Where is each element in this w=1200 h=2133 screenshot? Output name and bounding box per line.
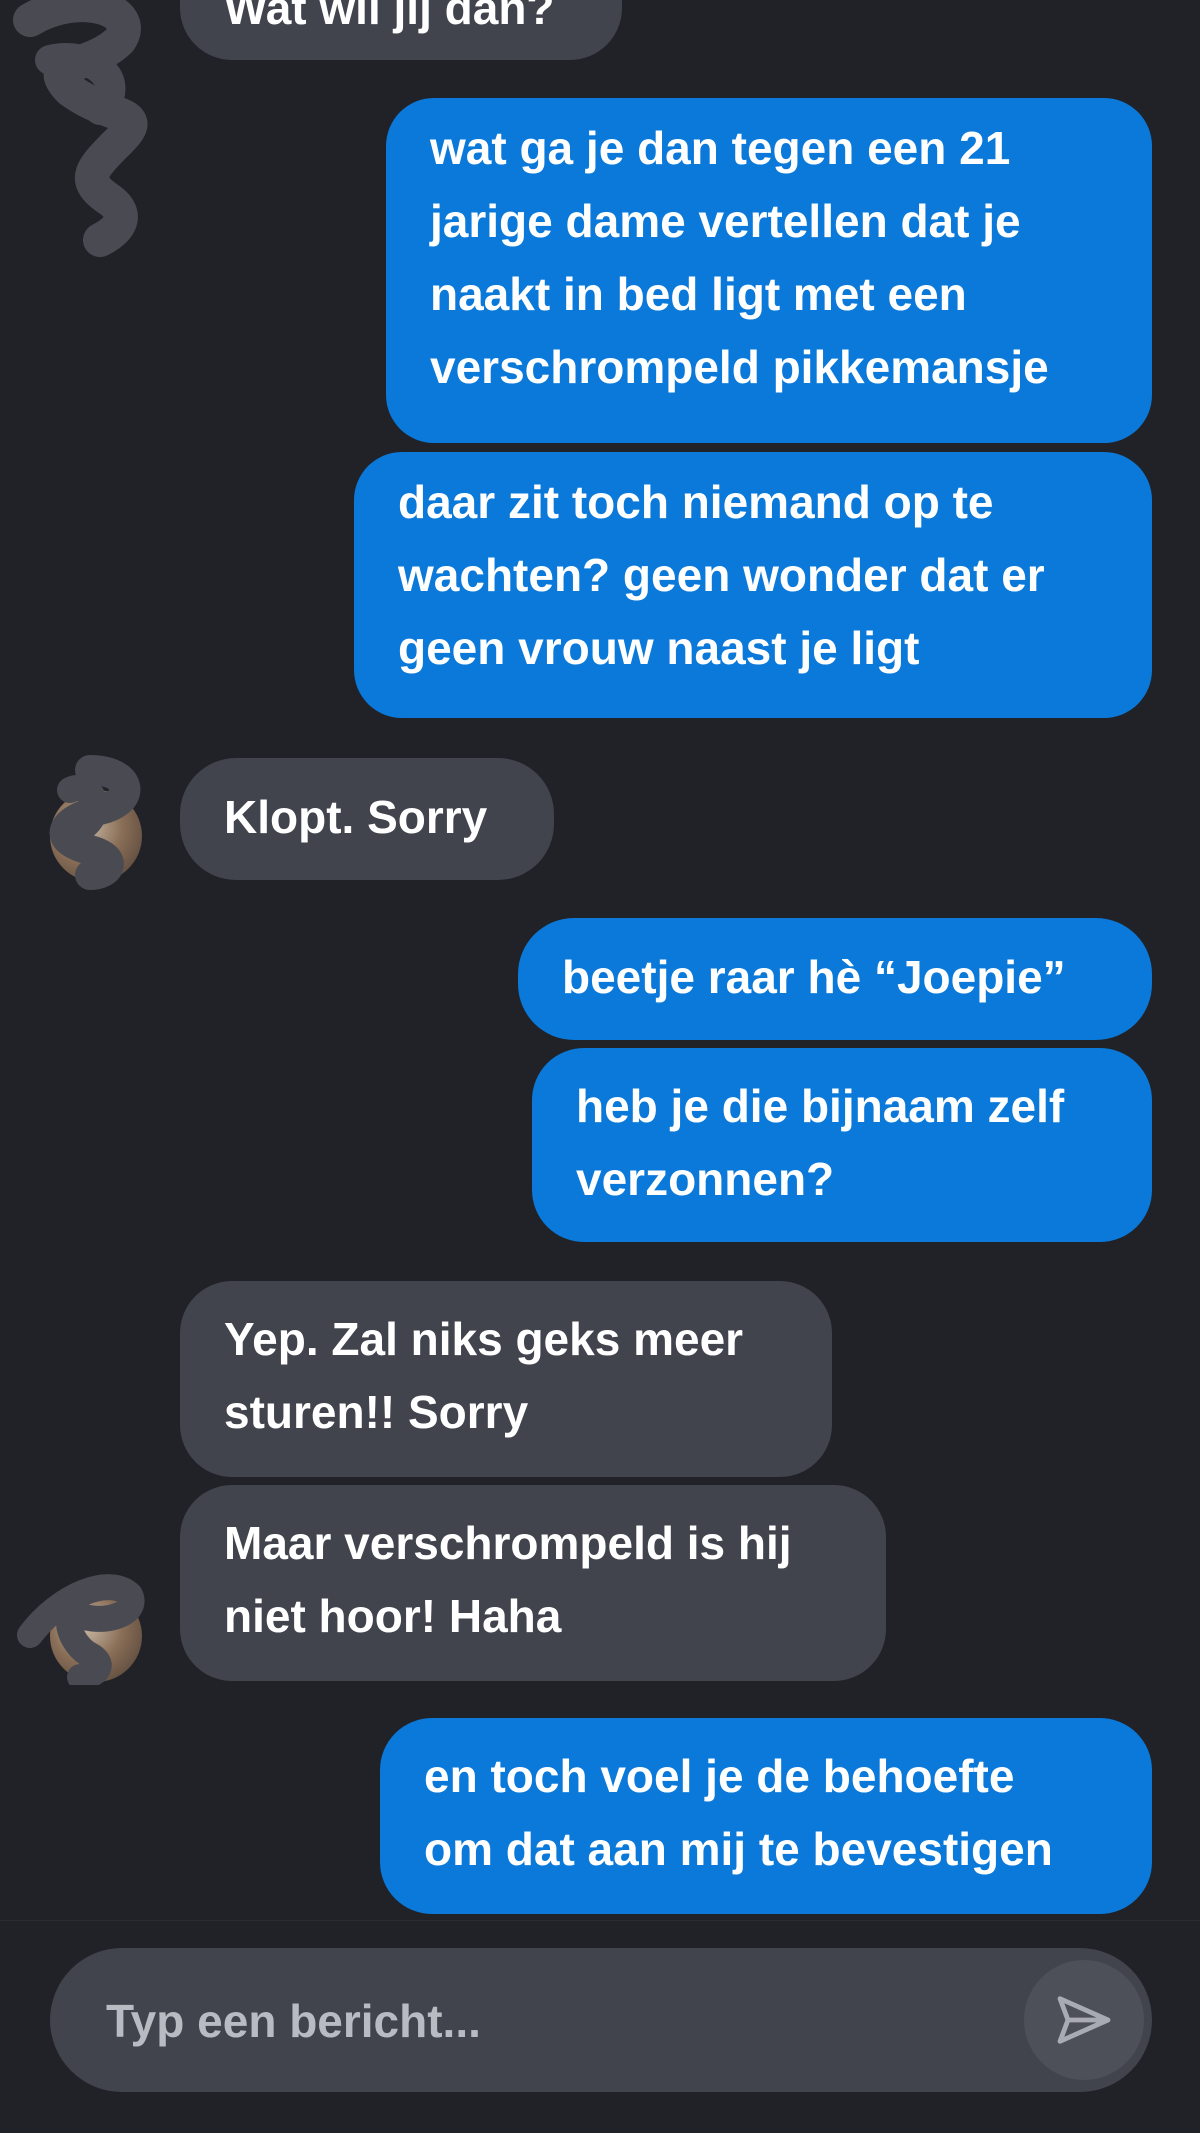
message-text: verschrompeld pikkemansje <box>430 341 1049 393</box>
contact-avatar[interactable] <box>50 790 142 882</box>
message-composer <box>50 1948 1152 2094</box>
message-text: verzonnen? <box>576 1153 835 1205</box>
message-text: Klopt. Sorry <box>224 791 488 843</box>
message-text: wachten? geen wonder dat er <box>398 549 1045 601</box>
message-text: Yep. Zal niks geks meer <box>224 1313 744 1365</box>
message-text: Maar verschrompeld is hij <box>224 1517 792 1569</box>
message-text: niet hoor! Haha <box>224 1590 562 1642</box>
redaction-scribble <box>13 0 148 257</box>
message-text: beetje raar hè “Joepie” <box>562 951 1066 1003</box>
message-text: wat ga je dan tegen een 21 <box>430 122 1011 174</box>
message-input[interactable] <box>104 1948 1008 2094</box>
message-text: sturen!! Sorry <box>224 1386 529 1438</box>
message-text: daar zit toch niemand op te <box>398 476 994 528</box>
message-text: en toch voel je de behoefte <box>424 1750 1015 1802</box>
message-text: geen vrouw naast je ligt <box>398 622 920 674</box>
message-bubble-incoming[interactable]: Yep. Zal niks geks meer sturen!! Sorry <box>180 1281 832 1477</box>
message-bubble-incoming[interactable]: Klopt. Sorry <box>180 758 554 880</box>
message-bubble-outgoing[interactable]: wat ga je dan tegen een 21 jarige dame v… <box>386 98 1152 443</box>
message-text: jarige dame vertellen dat je <box>430 195 1021 247</box>
chat-screen: Wat wil jij dan? wat ga je dan tegen een… <box>0 0 1200 2133</box>
message-bubble-incoming[interactable]: Maar verschrompeld is hij niet hoor! Hah… <box>180 1485 886 1681</box>
send-button[interactable] <box>1024 1960 1144 2080</box>
message-list[interactable]: Wat wil jij dan? wat ga je dan tegen een… <box>0 0 1200 1920</box>
message-bubble-incoming[interactable]: Wat wil jij dan? <box>180 0 622 60</box>
message-bubble-outgoing[interactable]: beetje raar hè “Joepie” <box>518 918 1152 1040</box>
send-icon <box>1057 1996 1111 2044</box>
message-bubble-outgoing[interactable]: en toch voel je de behoefte om dat aan m… <box>380 1718 1152 1914</box>
composer-area <box>0 1920 1200 2133</box>
message-text: heb je die bijnaam zelf <box>576 1080 1065 1132</box>
contact-avatar[interactable] <box>50 1590 142 1682</box>
message-bubble-outgoing[interactable]: daar zit toch niemand op te wachten? gee… <box>354 452 1152 718</box>
message-text: naakt in bed ligt met een <box>430 268 967 320</box>
message-text: om dat aan mij te bevestigen <box>424 1823 1053 1875</box>
message-text: Wat wil jij dan? <box>224 0 555 34</box>
message-bubble-outgoing[interactable]: heb je die bijnaam zelf verzonnen? <box>532 1048 1152 1242</box>
